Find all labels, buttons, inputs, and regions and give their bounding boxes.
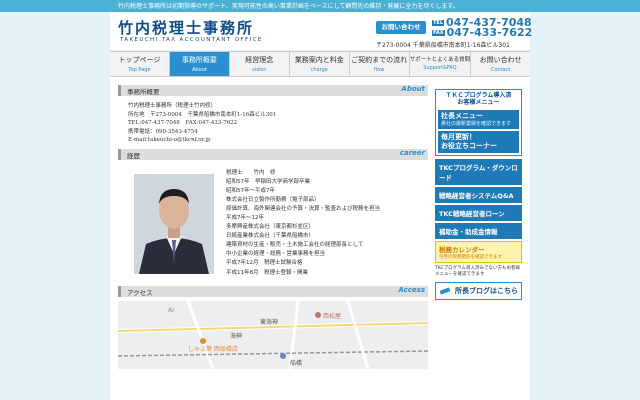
- tkc-note: TKCプログラム導入済みでない方もお客様メニューを確認できます: [435, 266, 520, 277]
- site-logo-en: TAKEUCHI TAX ACCOUNTANT OFFICE: [120, 37, 263, 43]
- portrait-photo: [134, 173, 214, 274]
- president-menu-button[interactable]: 社長メニュー 貴社の最新業績を確認できます: [438, 110, 519, 129]
- blog-link[interactable]: 所長ブログはこちら: [435, 282, 522, 300]
- map-label-shop3: しゃぶ葉 西船橋店: [188, 345, 238, 353]
- nav-contact[interactable]: お問い合わせ Contact: [471, 52, 530, 76]
- career-line: 建築資材の生産・販売・土木施工会社の経理部長として: [226, 242, 364, 249]
- global-nav: トップページ Top Page 事務所概要 About 経営理念 vision 業務案…: [110, 51, 530, 77]
- career-line: 平成11年8月 税理士登録・開業: [226, 269, 308, 276]
- overview-email[interactable]: E-mail:takeuchi-o@tkcnf.or.jp: [128, 136, 420, 145]
- subsidy-link[interactable]: 補助金・助成金情報: [435, 223, 522, 239]
- overview-line: 所在地 〒273-0004 千葉県船橋市南本町1-16森ビル301: [128, 111, 277, 118]
- career-line: 多摩興産株式会社（東京都杉並区）: [226, 224, 315, 231]
- career-title-en: career: [399, 148, 425, 157]
- map-label-shop2: 西松屋: [323, 312, 342, 320]
- career-line: 日統産業株式会社（千葉県船橋市）: [226, 233, 315, 240]
- career-line: 昭和57年～平成7年: [226, 187, 275, 194]
- nav-about[interactable]: 事務所概要 About: [169, 52, 230, 76]
- nav-vision[interactable]: 経営理念 vision: [230, 52, 290, 76]
- strategy-qa-link[interactable]: 戦略経営者システムQ&A: [435, 187, 522, 203]
- nav-top[interactable]: トップページ Top Page: [110, 52, 170, 76]
- career-line: 原価計算、海外関連会社の予算・決算・監査および税務を担当: [226, 205, 381, 212]
- access-map[interactable]: Ar 西松屋 しゃぶ葉 西船橋店 海神 東海神 船橋: [118, 300, 428, 369]
- tel-icon: TEL: [432, 20, 445, 26]
- top-banner: 竹内税理士事務所は初期指導のサポート、実現可能性の高い事業計画をベースにして顧問…: [0, 0, 640, 12]
- map-label-line1: 東海神: [260, 318, 279, 326]
- career-title: 経歴: [127, 151, 140, 160]
- site-logo[interactable]: 竹内税理士事務所: [118, 17, 254, 38]
- overview-header: 事務所概要 About: [118, 85, 428, 96]
- career-header: 経歴 career: [118, 148, 428, 160]
- sidebar: ＴＫＣプログラム導入済 お客様メニュー 社長メニュー 貴社の最新業績を確認できま…: [435, 89, 522, 300]
- career-body: 税理士 竹内 修 昭和57年 早稲田大学商学部卒業 昭和57年～平成7年 株式会…: [118, 164, 428, 286]
- nav-charge[interactable]: 業務案内と料金 charge: [290, 52, 350, 76]
- main-area: 事務所概要 About 竹内税理士事務所（税理士竹内修） 所在地 〒273-00…: [110, 77, 530, 400]
- content-column: 事務所概要 About 竹内税理士事務所（税理士竹内修） 所在地 〒273-00…: [118, 85, 428, 369]
- tkc-menu-title: ＴＫＣプログラム導入済 お客様メニュー: [436, 90, 521, 108]
- contact-button[interactable]: お問い合わせ: [376, 21, 426, 34]
- career-line: 平成7年12月 税理士試験合格: [226, 260, 303, 267]
- banner-text: 竹内税理士事務所は初期指導のサポート、実現可能性の高い事業計画をベースにして顧問…: [118, 3, 459, 10]
- career-line: 平成7年～12年: [226, 214, 264, 221]
- site-header: 竹内税理士事務所 TAKEUCHI TAX ACCOUNTANT OFFICE …: [110, 12, 533, 50]
- pencil-icon: [440, 287, 451, 295]
- access-title-en: Access: [398, 285, 425, 294]
- overview-line: 携帯電話：090-3543-4754: [128, 128, 198, 135]
- fax-icon: FAX: [432, 30, 445, 36]
- tkc-download-link[interactable]: TKCプログラム・ダウンロード: [435, 159, 522, 185]
- career-line: 昭和57年 早稲田大学商学部卒業: [226, 178, 310, 185]
- overview-body: 竹内税理士事務所（税理士竹内修） 所在地 〒273-0004 千葉県船橋市南本町…: [118, 100, 428, 149]
- overview-title-en: About: [401, 85, 425, 93]
- access-title: アクセス: [127, 288, 153, 297]
- map-label-station: 船橋: [290, 359, 303, 367]
- tkc-loan-link[interactable]: TKC戦略経営者ローン: [435, 205, 522, 221]
- tax-calendar-link[interactable]: 税務カレンダー 今月の税務関係を確認できます: [435, 241, 522, 263]
- career-line: 株式会社日立製作所勤務（電子部品）: [226, 196, 320, 203]
- career-list: 税理士 竹内 修 昭和57年 早稲田大学商学部卒業 昭和57年～平成7年 株式会…: [226, 169, 380, 278]
- overview-title: 事務所概要: [127, 88, 160, 96]
- nav-flow[interactable]: ご契約までの流れ flow: [350, 52, 410, 76]
- map-pin-icon: [315, 311, 321, 318]
- monthly-tips-button[interactable]: 毎月更新！ お役立ちコーナー: [438, 131, 519, 153]
- map-label-shop1: Ar: [168, 306, 175, 314]
- fax-number: FAX 047-433-7622: [432, 26, 533, 39]
- career-line: 税理士 竹内 修: [226, 169, 276, 176]
- tkc-menu-box: ＴＫＣプログラム導入済 お客様メニュー 社長メニュー 貴社の最新業績を確認できま…: [435, 89, 522, 156]
- nav-support[interactable]: サポートとよくある質問 Support&FAQ: [410, 52, 472, 76]
- career-line: 中小企業の経理・総務・営業事務を担当: [226, 251, 326, 258]
- overview-line: TEL:047-437-7048 FAX:047-433-7622: [128, 120, 238, 126]
- header-address: 〒273-0004 千葉県船橋市南本町1-16森ビル301: [376, 42, 510, 49]
- map-pin-icon: [280, 352, 286, 359]
- map-label-temple: 海神: [230, 332, 243, 340]
- overview-line: 竹内税理士事務所（税理士竹内修）: [128, 103, 217, 109]
- access-header: アクセス Access: [118, 285, 428, 297]
